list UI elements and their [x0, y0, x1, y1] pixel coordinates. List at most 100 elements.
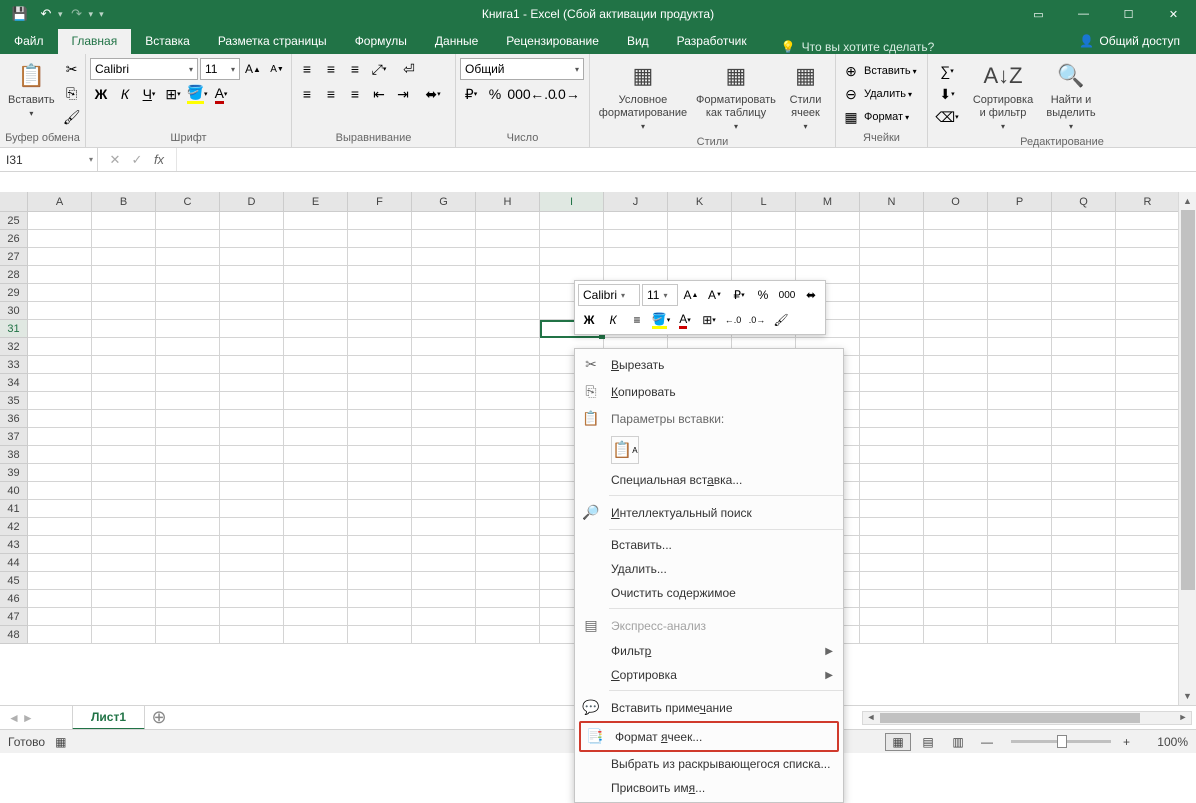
- cell[interactable]: [348, 374, 412, 392]
- sort-filter-button[interactable]: A↓Z Сортировка и фильтр▾: [968, 58, 1038, 134]
- cell[interactable]: [988, 500, 1052, 518]
- cell[interactable]: [1052, 446, 1116, 464]
- cell[interactable]: [220, 392, 284, 410]
- cell[interactable]: [988, 266, 1052, 284]
- cell[interactable]: [1116, 500, 1180, 518]
- cell[interactable]: [28, 212, 92, 230]
- zoom-slider[interactable]: [1011, 740, 1111, 743]
- sheet-tab-1[interactable]: Лист1: [72, 705, 145, 730]
- cell[interactable]: [924, 464, 988, 482]
- cell[interactable]: [924, 338, 988, 356]
- row-header[interactable]: 28: [0, 266, 28, 284]
- tab-developer[interactable]: Разработчик: [663, 29, 761, 54]
- cell[interactable]: [28, 482, 92, 500]
- scroll-right-icon[interactable]: ►: [1175, 712, 1191, 724]
- cm-insert-comment[interactable]: 💬Вставить примечание: [575, 694, 843, 721]
- font-color-button[interactable]: A▾: [210, 83, 232, 105]
- cell[interactable]: [348, 410, 412, 428]
- cell[interactable]: [860, 230, 924, 248]
- row-header[interactable]: 31: [0, 320, 28, 338]
- cell[interactable]: [92, 266, 156, 284]
- underline-button[interactable]: Ч▾: [138, 83, 160, 105]
- cell[interactable]: [156, 464, 220, 482]
- align-left-icon[interactable]: ≡: [296, 83, 318, 105]
- add-sheet-button[interactable]: ⊕: [145, 707, 173, 728]
- mt-currency-button[interactable]: ₽▾: [728, 284, 750, 306]
- cell[interactable]: [476, 572, 540, 590]
- cell[interactable]: [412, 338, 476, 356]
- cell[interactable]: [92, 338, 156, 356]
- name-box[interactable]: I31▾: [0, 148, 98, 171]
- cell[interactable]: [860, 428, 924, 446]
- column-header[interactable]: M: [796, 192, 860, 211]
- cell[interactable]: [476, 536, 540, 554]
- cell[interactable]: [1116, 338, 1180, 356]
- wrap-text-icon[interactable]: ⏎: [398, 58, 420, 80]
- cell[interactable]: [284, 536, 348, 554]
- cell[interactable]: [1116, 428, 1180, 446]
- row-header[interactable]: 35: [0, 392, 28, 410]
- cell[interactable]: [348, 320, 412, 338]
- cell[interactable]: [284, 590, 348, 608]
- bold-button[interactable]: Ж: [90, 83, 112, 105]
- mt-format-painter-icon[interactable]: 🖌: [770, 309, 792, 331]
- cell[interactable]: [796, 248, 860, 266]
- cell[interactable]: [924, 482, 988, 500]
- fill-color-button[interactable]: 🪣▾: [186, 83, 208, 105]
- cell[interactable]: [92, 392, 156, 410]
- cell[interactable]: [284, 248, 348, 266]
- mt-merge-icon[interactable]: ⬌: [800, 284, 822, 306]
- scrollbar-thumb[interactable]: [1181, 210, 1195, 590]
- cell[interactable]: [476, 302, 540, 320]
- cell[interactable]: [156, 554, 220, 572]
- cell[interactable]: [156, 338, 220, 356]
- cell[interactable]: [1052, 590, 1116, 608]
- redo-icon[interactable]: ↷: [65, 2, 89, 26]
- vertical-scrollbar[interactable]: ▲ ▼: [1178, 192, 1196, 705]
- cell[interactable]: [28, 626, 92, 644]
- comma-button[interactable]: 000: [508, 83, 530, 105]
- copy-icon[interactable]: ⎘: [61, 82, 83, 104]
- cell[interactable]: [220, 320, 284, 338]
- sheet-next-icon[interactable]: ►: [22, 711, 34, 725]
- cell[interactable]: [924, 392, 988, 410]
- column-header[interactable]: Q: [1052, 192, 1116, 211]
- scroll-left-icon[interactable]: ◄: [863, 712, 879, 724]
- cell[interactable]: [924, 302, 988, 320]
- cell[interactable]: [156, 356, 220, 374]
- cell[interactable]: [988, 374, 1052, 392]
- cell[interactable]: [92, 356, 156, 374]
- cell[interactable]: [860, 284, 924, 302]
- cell[interactable]: [284, 482, 348, 500]
- cell[interactable]: [92, 284, 156, 302]
- cell[interactable]: [156, 500, 220, 518]
- cell[interactable]: [28, 374, 92, 392]
- tab-formulas[interactable]: Формулы: [341, 29, 421, 54]
- align-right-icon[interactable]: ≡: [344, 83, 366, 105]
- row-header[interactable]: 43: [0, 536, 28, 554]
- increase-indent-icon[interactable]: ⇥: [392, 83, 414, 105]
- row-header[interactable]: 45: [0, 572, 28, 590]
- cell[interactable]: [284, 572, 348, 590]
- cell[interactable]: [92, 230, 156, 248]
- cell[interactable]: [924, 554, 988, 572]
- cell[interactable]: [28, 608, 92, 626]
- row-header[interactable]: 41: [0, 500, 28, 518]
- cm-clear-contents[interactable]: Очистить содержимое: [575, 581, 843, 605]
- cell[interactable]: [988, 482, 1052, 500]
- cell[interactable]: [476, 482, 540, 500]
- cell[interactable]: [28, 392, 92, 410]
- cell[interactable]: [284, 626, 348, 644]
- page-layout-view-button[interactable]: ▤: [915, 733, 941, 751]
- cell[interactable]: [476, 518, 540, 536]
- cell[interactable]: [92, 212, 156, 230]
- cell[interactable]: [924, 284, 988, 302]
- scroll-down-icon[interactable]: ▼: [1179, 687, 1196, 705]
- cell[interactable]: [412, 572, 476, 590]
- tab-insert[interactable]: Вставка: [131, 29, 204, 54]
- tab-home[interactable]: Главная: [58, 29, 132, 54]
- cell[interactable]: [988, 230, 1052, 248]
- cell[interactable]: [924, 374, 988, 392]
- cell[interactable]: [860, 626, 924, 644]
- format-cells-button[interactable]: ▦Формат▾: [840, 106, 909, 128]
